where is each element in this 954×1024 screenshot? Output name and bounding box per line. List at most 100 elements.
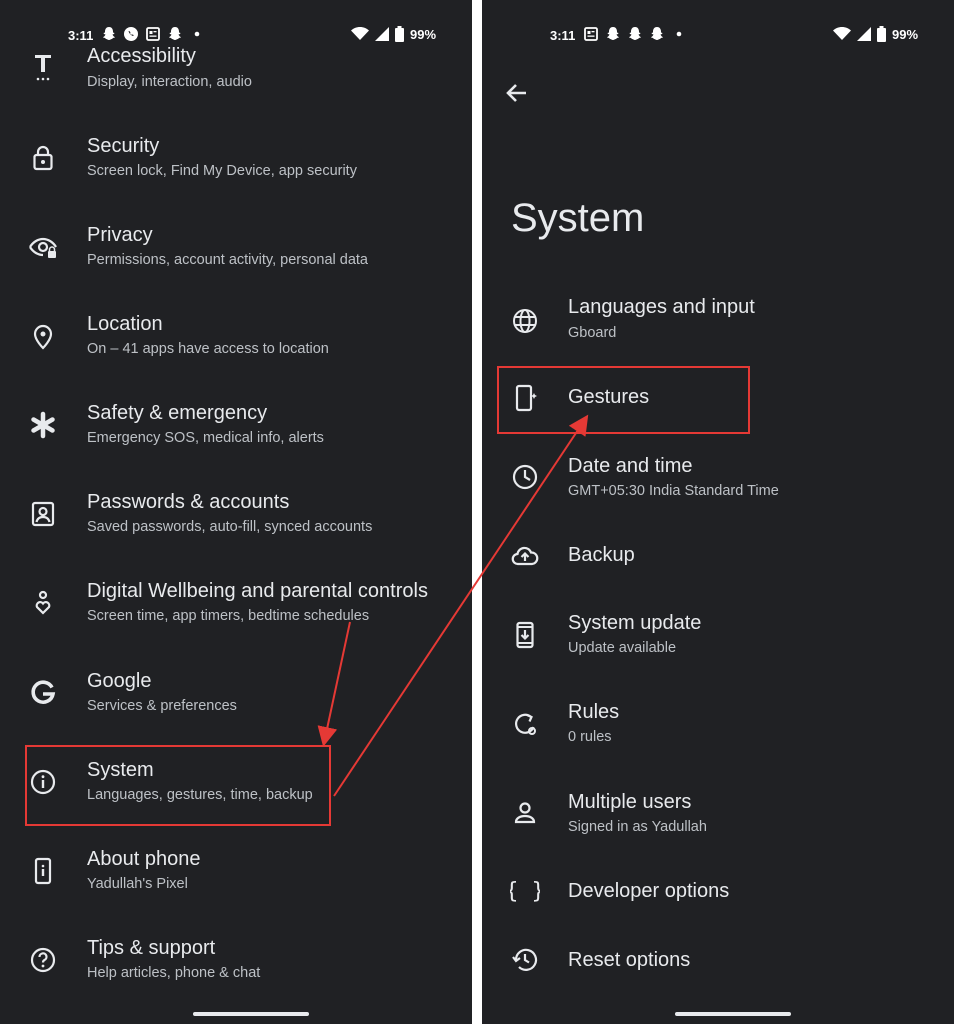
setting-subtitle: Signed in as Yadullah [568,819,707,835]
location-pin-icon [28,321,58,351]
setting-title: Backup [568,544,635,566]
status-time: 3:11 [68,28,94,43]
setting-subtitle: GMT+05:30 India Standard Time [568,483,779,499]
phone-info-icon [28,856,58,886]
setting-title: Passwords & accounts [87,491,290,513]
signal-icon [857,27,871,41]
setting-backup[interactable]: Backup [482,521,954,591]
setting-subtitle: Screen lock, Find My Device, app securit… [87,163,357,179]
setting-subtitle: Yadullah's Pixel [87,876,188,892]
setting-developer-options[interactable]: { } Developer options [482,856,954,926]
setting-digital-wellbeing[interactable]: Digital Wellbeing and parental controls … [0,568,472,638]
lock-icon [28,143,58,173]
setting-title: System update [568,612,702,634]
setting-safety-emergency[interactable]: Safety & emergency Emergency SOS, medica… [0,390,472,460]
battery-percent: 99% [892,26,919,42]
person-icon [510,798,540,828]
system-indicators: 99% [833,26,918,42]
status-time: 3:11 [550,28,576,43]
snapchat-icon [605,26,621,42]
setting-accessibility[interactable]: Accessibility Display, interaction, audi… [0,42,472,112]
snapchat-icon [167,26,183,42]
more-notifications-dot-icon [189,26,205,42]
system-indicators: 99% [351,26,436,42]
setting-reset-options[interactable]: Reset options [482,925,954,995]
cloud-upload-icon [510,541,540,571]
setting-subtitle: Display, interaction, audio [87,74,252,90]
setting-title: Digital Wellbeing and parental controls [87,580,428,602]
setting-privacy[interactable]: Privacy Permissions, account activity, p… [0,212,472,282]
setting-system-update[interactable]: System update Update available [482,600,954,670]
google-g-icon [28,678,58,708]
setting-title: Languages and input [568,296,755,318]
page-title: System [511,196,645,240]
setting-passwords-accounts[interactable]: Passwords & accounts Saved passwords, au… [0,479,472,549]
setting-subtitle: Help articles, phone & chat [87,965,261,981]
setting-title: Safety & emergency [87,402,268,424]
wellbeing-heart-icon [28,588,58,618]
back-arrow-icon [506,84,526,102]
gesture-nav-bar[interactable] [675,1012,791,1016]
setting-date-time[interactable]: Date and time GMT+05:30 India Standard T… [482,442,954,512]
setting-security[interactable]: Security Screen lock, Find My Device, ap… [0,123,472,193]
setting-tips-support[interactable]: Tips & support Help articles, phone & ch… [0,925,472,995]
setting-subtitle: Screen time, app timers, bedtime schedul… [87,608,370,624]
signal-icon [375,27,389,41]
help-icon [28,945,58,975]
wifi-icon [351,27,369,40]
svg-text:{ }: { } [510,879,540,904]
history-icon [510,945,540,975]
account-box-icon [28,499,58,529]
setting-title: Security [87,135,160,157]
setting-title: Developer options [568,880,730,902]
setting-title: Google [87,670,152,692]
setting-subtitle: Saved passwords, auto-fill, synced accou… [87,519,373,535]
back-button[interactable] [502,78,532,108]
setting-languages-input[interactable]: Languages and input Gboard [482,286,954,356]
snapchat-icon [101,26,117,42]
setting-subtitle: 0 rules [568,729,612,745]
asterisk-icon [28,410,58,440]
eye-icon [28,232,58,262]
rules-icon [510,709,540,739]
setting-subtitle: On – 41 apps have access to location [87,341,329,357]
setting-location[interactable]: Location On – 41 apps have access to loc… [0,301,472,371]
setting-about-phone[interactable]: About phone Yadullah's Pixel [0,836,472,906]
news-icon [583,26,599,42]
system-highlight-box [25,745,331,826]
notification-icons [101,26,205,42]
setting-subtitle: Permissions, account activity, personal … [87,252,369,268]
battery-icon [877,26,886,42]
braces-icon: { } [505,876,545,906]
whatsapp-icon [123,26,139,42]
setting-title: About phone [87,848,201,870]
wifi-icon [833,27,851,40]
setting-title: Accessibility [87,45,196,67]
setting-google[interactable]: Google Services & preferences [0,658,472,728]
setting-subtitle: Emergency SOS, medical info, alerts [87,430,324,446]
setting-multiple-users[interactable]: Multiple users Signed in as Yadullah [482,778,954,848]
setting-subtitle: Gboard [568,325,617,341]
setting-rules[interactable]: Rules 0 rules [482,689,954,759]
system-settings-screen: 3:11 99% System Languages and input Gboa… [482,0,954,1024]
setting-title: Date and time [568,455,693,477]
more-notifications-dot-icon [671,26,687,42]
notification-icons [583,26,687,42]
snapchat-icon [627,26,643,42]
setting-subtitle: Services & preferences [87,698,237,714]
battery-percent: 99% [410,26,437,42]
gestures-highlight-box [497,366,750,434]
gesture-nav-bar[interactable] [193,1012,309,1016]
settings-screen-left: 3:11 99% Accessibility Display, interact… [0,0,472,1024]
setting-title: Multiple users [568,791,692,813]
setting-title: Reset options [568,949,691,971]
globe-icon [510,306,540,336]
setting-title: Rules [568,701,620,723]
accessibility-icon [28,55,58,85]
system-update-icon [510,620,540,650]
news-icon [145,26,161,42]
clock-icon [510,462,540,492]
snapchat-icon [649,26,665,42]
setting-subtitle: Update available [568,640,677,656]
setting-title: Privacy [87,224,153,246]
